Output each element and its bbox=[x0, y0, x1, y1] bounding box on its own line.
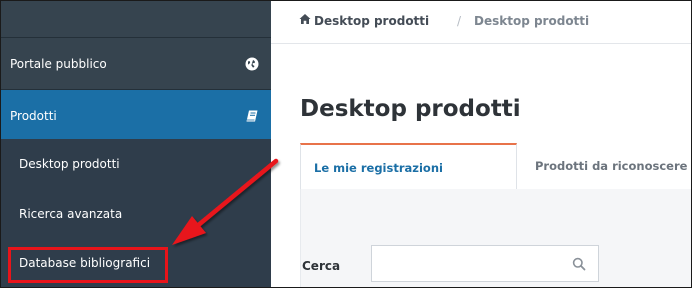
page-title: Desktop prodotti bbox=[300, 96, 521, 122]
sidebar-item-portale-pubblico[interactable]: Portale pubblico bbox=[1, 38, 271, 90]
search-input[interactable] bbox=[371, 245, 599, 282]
breadcrumb: Desktop prodotti / Desktop prodotti bbox=[271, 1, 691, 44]
main-content: Desktop prodotti / Desktop prodotti Desk… bbox=[271, 1, 691, 287]
sidebar-item-label: Ricerca avanzata bbox=[19, 207, 123, 221]
search-label: Cerca bbox=[302, 259, 341, 273]
sidebar-item-label: Portale pubblico bbox=[10, 57, 107, 71]
sidebar-item-database-bibliografici[interactable]: Database bibliografici bbox=[1, 239, 271, 287]
sidebar: Portale pubblico Prodotti Desktop prodot… bbox=[1, 1, 271, 287]
search-icon[interactable] bbox=[572, 256, 586, 271]
globe-icon bbox=[245, 57, 259, 71]
sidebar-item-label: Prodotti bbox=[10, 109, 57, 123]
book-icon bbox=[245, 109, 259, 123]
tab-bar: Le mie registrazioni Prodotti da riconos… bbox=[300, 143, 691, 190]
sidebar-item-ricerca-avanzata[interactable]: Ricerca avanzata bbox=[1, 189, 271, 239]
app-frame: Portale pubblico Prodotti Desktop prodot… bbox=[0, 0, 692, 288]
breadcrumb-current: Desktop prodotti bbox=[474, 14, 590, 28]
tab-label: Prodotti da riconoscere bbox=[535, 159, 688, 173]
sidebar-header bbox=[1, 1, 271, 37]
tab-le-mie-registrazioni[interactable]: Le mie registrazioni bbox=[300, 143, 517, 190]
breadcrumb-link[interactable]: Desktop prodotti bbox=[314, 14, 429, 28]
sidebar-item-label: Database bibliografici bbox=[19, 256, 151, 270]
sidebar-item-label: Desktop prodotti bbox=[19, 157, 120, 171]
home-icon[interactable] bbox=[299, 13, 311, 25]
tab-panel: Cerca bbox=[300, 189, 691, 287]
tab-label: Le mie registrazioni bbox=[314, 161, 443, 175]
breadcrumb-separator: / bbox=[457, 14, 462, 28]
sidebar-item-desktop-prodotti[interactable]: Desktop prodotti bbox=[1, 139, 271, 189]
sidebar-item-prodotti[interactable]: Prodotti bbox=[1, 90, 271, 142]
tab-prodotti-da-riconoscere[interactable]: Prodotti da riconoscere bbox=[517, 143, 691, 189]
